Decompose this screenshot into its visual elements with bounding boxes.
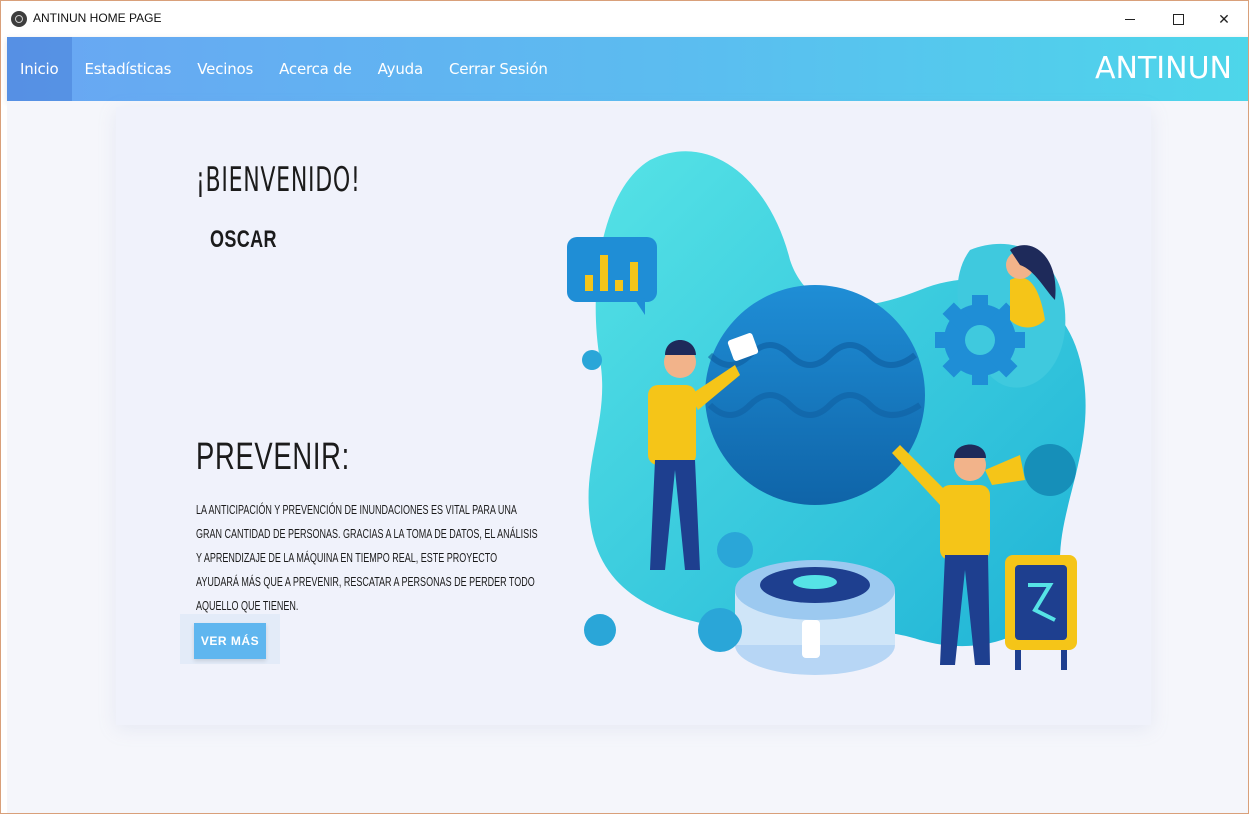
maximize-button[interactable] [1168, 9, 1188, 29]
globe-icon [705, 285, 925, 505]
sensor-device [735, 560, 895, 675]
nav-item-inicio[interactable]: Inicio [7, 37, 72, 101]
close-icon: ✕ [1218, 10, 1230, 27]
prevent-heading: PREVENIR: [196, 436, 350, 478]
close-button[interactable]: ✕ [1214, 9, 1234, 29]
title-bar: ANTINUN HOME PAGE ✕ [1, 1, 1248, 37]
nav-menu: Inicio Estadísticas Vecinos Acerca de Ay… [7, 37, 561, 101]
top-navigation: Inicio Estadísticas Vecinos Acerca de Ay… [7, 37, 1248, 101]
sign-board [1005, 555, 1077, 670]
brand-name: ANTINUN [1095, 51, 1232, 86]
nav-item-acerca-de[interactable]: Acerca de [266, 37, 364, 101]
minimize-icon [1125, 18, 1135, 20]
nav-item-cerrar-sesion[interactable]: Cerrar Sesión [436, 37, 561, 101]
nav-item-estadisticas[interactable]: Estadísticas [72, 37, 185, 101]
nav-item-ayuda[interactable]: Ayuda [365, 37, 436, 101]
nav-item-vecinos[interactable]: Vecinos [184, 37, 266, 101]
prevent-description: La anticipación y prevención de inundaci… [196, 503, 538, 613]
welcome-heading: ¡BIENVENIDO! [196, 160, 361, 200]
ver-mas-button[interactable]: VER MÁS [194, 623, 266, 659]
hero-illustration [567, 151, 1086, 675]
window-title: ANTINUN HOME PAGE [33, 11, 162, 25]
app-logo-icon [11, 11, 27, 27]
minimize-button[interactable] [1120, 9, 1140, 29]
user-name: OSCAR [210, 226, 277, 253]
maximize-icon [1172, 13, 1184, 25]
